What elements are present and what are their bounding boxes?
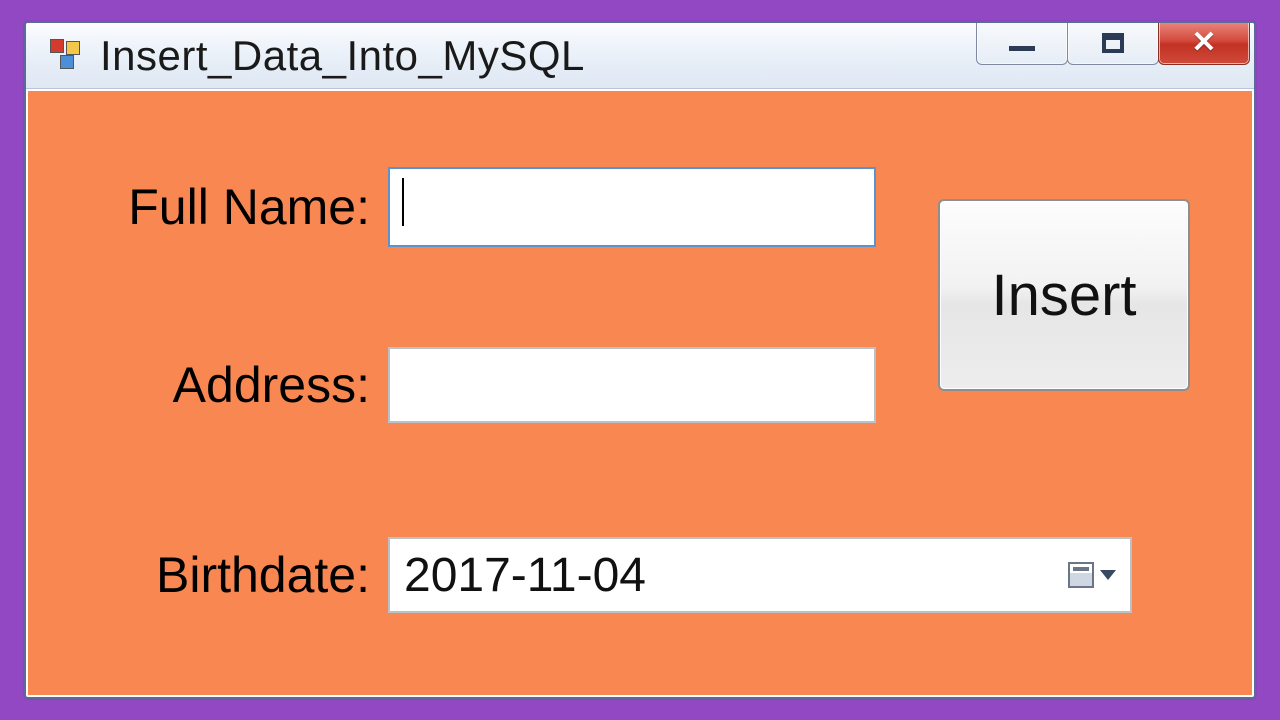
window-title: Insert_Data_Into_MySQL — [100, 32, 585, 80]
app-window: Insert_Data_Into_MySQL ✕ Full Name: Addr… — [24, 21, 1256, 699]
close-icon: ✕ — [1191, 28, 1216, 58]
maximize-button[interactable] — [1067, 21, 1159, 65]
insert-button-label: Insert — [991, 262, 1136, 329]
birthdate-row: Birthdate: 2017-11-04 — [68, 537, 1132, 613]
app-icon — [50, 39, 84, 73]
address-row: Address: — [68, 347, 876, 423]
birthdate-value: 2017-11-04 — [404, 548, 646, 603]
full-name-row: Full Name: — [68, 167, 876, 247]
minimize-icon — [1009, 46, 1035, 51]
date-dropdown-button[interactable] — [1068, 562, 1116, 588]
maximize-icon — [1102, 33, 1124, 53]
full-name-input[interactable] — [388, 167, 876, 247]
minimize-button[interactable] — [976, 21, 1068, 65]
chevron-down-icon — [1100, 570, 1116, 580]
window-controls: ✕ — [977, 21, 1250, 65]
birthdate-label: Birthdate: — [68, 546, 388, 604]
client-area: Full Name: Address: Birthdate: 2017-11-0… — [28, 91, 1252, 695]
birthdate-picker[interactable]: 2017-11-04 — [388, 537, 1132, 613]
close-button[interactable]: ✕ — [1158, 21, 1250, 65]
address-input[interactable] — [388, 347, 876, 423]
text-caret — [402, 178, 404, 226]
titlebar[interactable]: Insert_Data_Into_MySQL ✕ — [26, 23, 1254, 89]
insert-button[interactable]: Insert — [938, 199, 1190, 391]
address-label: Address: — [68, 356, 388, 414]
full-name-label: Full Name: — [68, 178, 388, 236]
calendar-icon — [1068, 562, 1094, 588]
